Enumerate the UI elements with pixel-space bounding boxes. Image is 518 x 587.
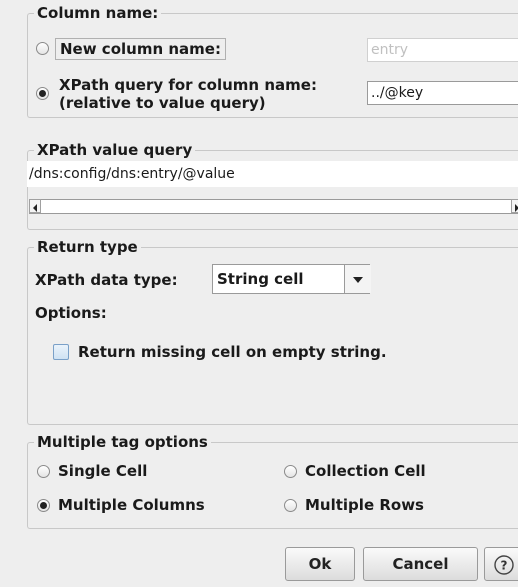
ok-button[interactable]: Ok <box>285 547 355 581</box>
xpath-column-name-label-line2: (relative to value query) <box>59 94 266 112</box>
missing-cell-label: Return missing cell on empty string. <box>78 343 387 361</box>
single-cell-radio[interactable] <box>37 465 50 478</box>
multiple-columns-label: Multiple Columns <box>58 496 205 514</box>
cancel-button[interactable]: Cancel <box>363 547 478 581</box>
scroll-left-arrow[interactable] <box>29 199 41 213</box>
column-name-legend: Column name: <box>37 4 159 22</box>
multiple-columns-radio[interactable] <box>37 499 50 512</box>
xpath-column-name-radio[interactable] <box>36 87 49 100</box>
new-column-name-field[interactable]: entry <box>367 38 518 62</box>
value-query-field[interactable]: /dns:config/dns:entry/@value <box>27 161 518 187</box>
options-label: Options: <box>35 304 107 322</box>
value-query-scrollbar[interactable] <box>29 199 518 214</box>
data-type-label: XPath data type: <box>35 271 178 289</box>
return-type-legend: Return type <box>37 238 138 256</box>
collection-cell-label: Collection Cell <box>305 462 426 480</box>
xpath-column-name-field[interactable]: ../@key <box>367 81 518 105</box>
multiple-rows-radio[interactable] <box>284 499 297 512</box>
help-button[interactable]: ? <box>484 547 518 581</box>
new-column-name-radio[interactable] <box>36 42 49 55</box>
collection-cell-radio[interactable] <box>284 465 297 478</box>
single-cell-label: Single Cell <box>58 462 148 480</box>
xpath-column-name-label: XPath query for column name: (relative t… <box>59 76 317 112</box>
svg-text:?: ? <box>501 559 508 573</box>
dropdown-arrow[interactable] <box>344 265 371 293</box>
value-query-legend: XPath value query <box>37 141 193 159</box>
xpath-column-name-label-line1: XPath query for column name: <box>59 76 317 94</box>
missing-cell-checkbox[interactable] <box>53 344 69 360</box>
help-icon: ? <box>494 555 514 575</box>
scroll-right-arrow[interactable] <box>511 199 518 213</box>
multiple-rows-label: Multiple Rows <box>305 496 424 514</box>
data-type-select[interactable]: String cell <box>212 264 371 294</box>
multiple-tag-legend: Multiple tag options <box>37 433 208 451</box>
data-type-value: String cell <box>217 270 304 288</box>
chevron-down-icon <box>353 277 363 283</box>
multiple-tag-group: Multiple tag options <box>27 433 518 529</box>
new-column-name-label: New column name: <box>55 38 226 60</box>
scroll-thumb[interactable] <box>41 200 511 213</box>
